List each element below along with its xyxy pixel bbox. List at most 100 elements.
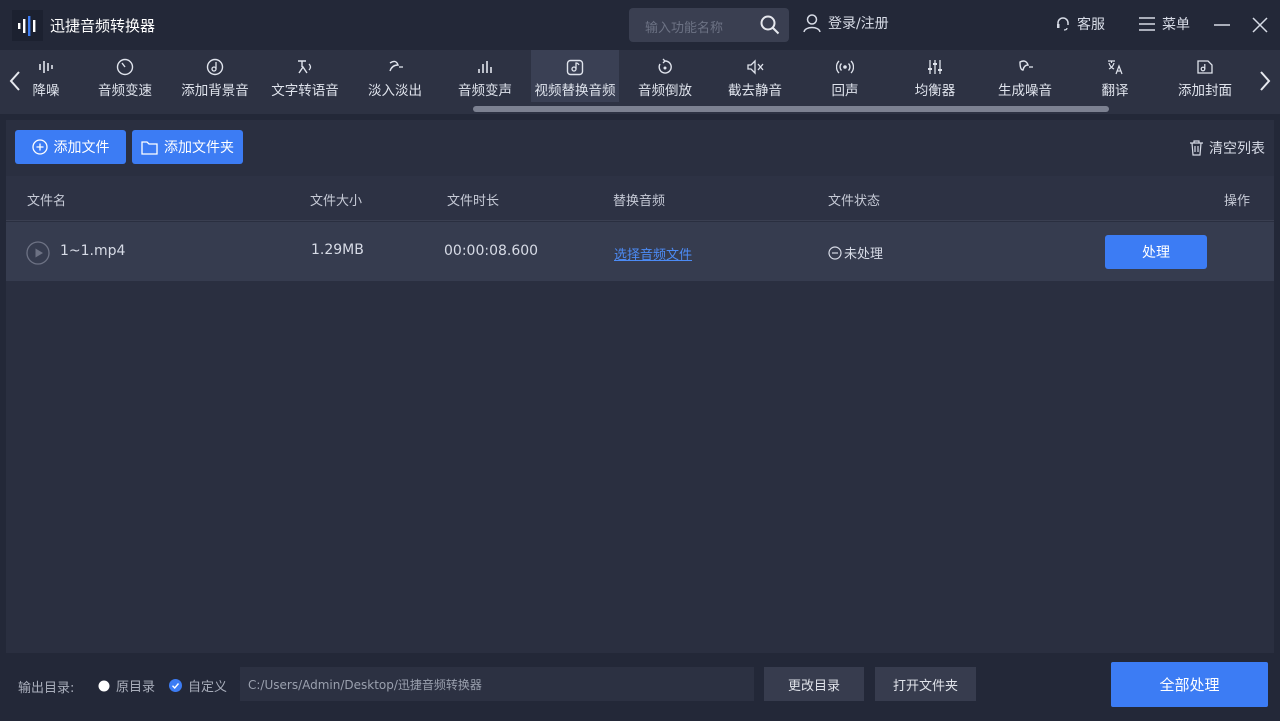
noise-generate-icon xyxy=(1019,60,1033,71)
tool-video-replace-audio[interactable]: 视频替换音频 xyxy=(531,50,619,102)
add-folder-button[interactable]: 添加文件夹 xyxy=(132,130,243,164)
tool-label: 音频变声 xyxy=(458,83,512,99)
status-label: 未处理 xyxy=(844,247,884,262)
radio-checked-icon xyxy=(169,679,182,692)
radio-custom-label: 自定义 xyxy=(188,680,228,695)
echo-icon xyxy=(836,60,854,74)
menu-button[interactable]: 菜单 xyxy=(1138,14,1190,34)
tool-label: 翻译 xyxy=(1101,83,1129,99)
file-name: 1~1.mp4 xyxy=(60,243,126,259)
tool-noise-reduce[interactable]: 降噪 xyxy=(26,50,66,102)
translate-icon xyxy=(1108,60,1123,75)
reverse-icon xyxy=(658,58,672,74)
clear-list-button[interactable]: 清空列表 xyxy=(1189,138,1265,158)
output-path-field[interactable]: C:/Users/Admin/Desktop/迅捷音频转换器 xyxy=(240,667,754,701)
app-title: 迅捷音频转换器 xyxy=(50,17,156,35)
tool-label: 截去静音 xyxy=(728,83,782,99)
tool-translate[interactable]: 翻译 xyxy=(1085,50,1145,102)
tool-fade[interactable]: 淡入淡出 xyxy=(360,50,430,102)
tool-speed[interactable]: 音频变速 xyxy=(90,50,160,102)
radio-original-dir[interactable]: 原目录 xyxy=(98,676,155,695)
radio-unchecked-icon xyxy=(98,680,110,691)
chevron-left-icon[interactable] xyxy=(8,70,22,92)
tool-label: 淡入淡出 xyxy=(368,83,422,99)
login-label: 登录/注册 xyxy=(828,16,889,32)
login-button[interactable]: 登录/注册 xyxy=(802,13,889,33)
play-icon[interactable] xyxy=(26,241,50,265)
tool-label: 视频替换音频 xyxy=(534,83,616,99)
minus-circle-icon xyxy=(828,245,842,260)
chevron-right-icon[interactable] xyxy=(1258,70,1272,92)
process-all-button[interactable]: 全部处理 xyxy=(1111,662,1268,707)
file-duration: 00:00:08.600 xyxy=(444,243,539,259)
menu-label: 菜单 xyxy=(1162,17,1190,33)
tool-noise-generate[interactable]: 生成噪音 xyxy=(990,50,1060,102)
tool-echo[interactable]: 回声 xyxy=(810,50,880,102)
tool-label: 回声 xyxy=(831,83,859,99)
text-to-speech-icon xyxy=(298,60,312,74)
change-dir-button[interactable]: 更改目录 xyxy=(764,667,864,701)
folder-icon xyxy=(141,140,158,155)
voice-change-icon xyxy=(478,61,492,73)
background-music-icon xyxy=(206,58,224,76)
tool-label: 降噪 xyxy=(32,83,60,99)
tool-equalizer[interactable]: 均衡器 xyxy=(900,50,970,102)
header-action: 操作 xyxy=(1224,194,1251,209)
video-replace-audio-icon xyxy=(566,59,584,76)
file-list-panel: 添加文件 添加文件夹 清空列表 文件名 文件大小 文件时长 替换音频 文件状态 … xyxy=(6,120,1274,653)
tool-mute-cut[interactable]: 截去静音 xyxy=(720,50,790,102)
tool-label: 音频倒放 xyxy=(638,83,692,99)
tool-label: 均衡器 xyxy=(914,83,956,99)
cover-icon xyxy=(1197,60,1213,74)
trash-icon xyxy=(1190,140,1203,156)
noise-reduce-icon xyxy=(39,61,53,73)
customer-service-label: 客服 xyxy=(1077,17,1105,33)
mute-cut-icon xyxy=(747,59,764,75)
tool-label: 音频变速 xyxy=(98,83,152,99)
tool-label: 文字转语音 xyxy=(271,83,339,99)
radio-original-label: 原目录 xyxy=(116,680,156,695)
close-icon[interactable] xyxy=(1251,16,1269,34)
app-logo-icon xyxy=(12,10,43,41)
search-icon[interactable] xyxy=(760,15,780,35)
tool-cover[interactable]: 添加封面 xyxy=(1170,50,1240,102)
tool-background-music[interactable]: 添加背景音 xyxy=(175,50,255,102)
search-input[interactable]: 输入功能名称 xyxy=(645,17,723,36)
open-folder-button[interactable]: 打开文件夹 xyxy=(875,667,976,701)
search-box[interactable]: 输入功能名称 xyxy=(629,8,789,42)
output-dir-label: 输出目录: xyxy=(18,681,75,696)
header-replace-audio: 替换音频 xyxy=(613,194,666,209)
tool-label: 添加背景音 xyxy=(181,83,249,99)
function-toolbar: 降噪 音频变速 添加背景音 文字转语音 淡入淡出 音频变声 视频替换音频 音频倒… xyxy=(0,50,1280,114)
file-size: 1.29MB xyxy=(311,242,364,258)
equalizer-icon xyxy=(928,60,942,74)
tool-reverse[interactable]: 音频倒放 xyxy=(630,50,700,102)
fade-icon xyxy=(389,60,403,72)
hamburger-icon xyxy=(1139,17,1155,31)
add-folder-label: 添加文件夹 xyxy=(164,140,234,156)
headset-icon xyxy=(1057,17,1069,31)
radio-custom-dir[interactable]: 自定义 xyxy=(169,676,227,695)
customer-service-button[interactable]: 客服 xyxy=(1055,14,1105,34)
plus-circle-icon xyxy=(31,139,48,155)
status-badge: 未处理 xyxy=(828,243,883,262)
speed-icon xyxy=(116,58,134,76)
header-file-duration: 文件时长 xyxy=(447,194,500,209)
header-file-status: 文件状态 xyxy=(828,194,881,209)
user-icon xyxy=(803,14,821,33)
select-audio-link[interactable]: 选择音频文件 xyxy=(614,244,692,263)
table-row: 1~1.mp4 1.29MB 00:00:08.600 选择音频文件 未处理 处… xyxy=(6,222,1274,281)
toolbar-scrollbar[interactable] xyxy=(473,106,1109,112)
process-button[interactable]: 处理 xyxy=(1105,235,1207,269)
table-header: 文件名 文件大小 文件时长 替换音频 文件状态 操作 xyxy=(6,176,1274,221)
tool-label: 生成噪音 xyxy=(998,83,1052,99)
tool-label: 添加封面 xyxy=(1178,83,1232,99)
add-file-button[interactable]: 添加文件 xyxy=(15,130,126,164)
tool-voice-change[interactable]: 音频变声 xyxy=(450,50,520,102)
title-bar: 迅捷音频转换器 输入功能名称 登录/注册 客服 菜单 xyxy=(0,0,1280,50)
tool-text-to-speech[interactable]: 文字转语音 xyxy=(265,50,345,102)
add-file-label: 添加文件 xyxy=(53,140,110,156)
minimize-icon[interactable] xyxy=(1213,17,1231,33)
clear-list-label: 清空列表 xyxy=(1209,141,1265,157)
header-file-name: 文件名 xyxy=(27,194,67,209)
